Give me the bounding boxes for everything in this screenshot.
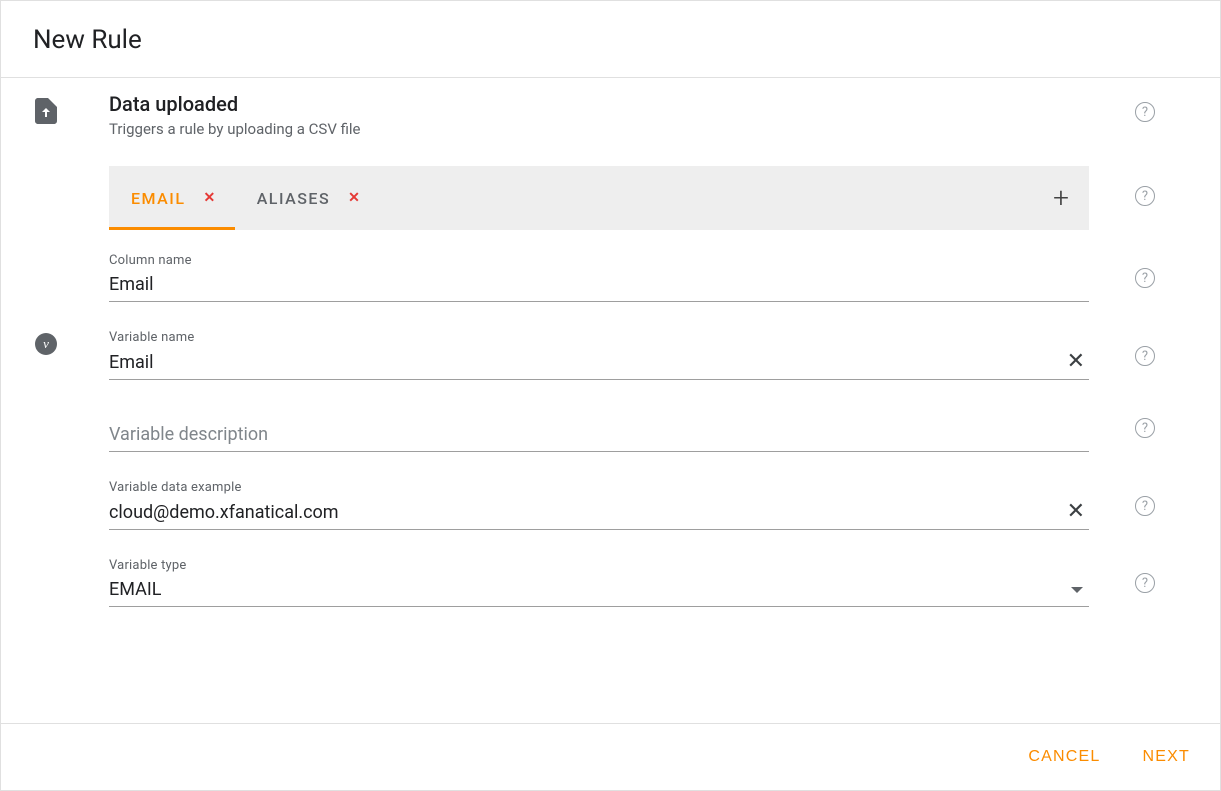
variable-type-value: EMAIL xyxy=(109,579,1071,600)
tab-aliases[interactable]: ALIASES ✕ xyxy=(235,166,380,230)
field-help: ? xyxy=(1109,559,1181,607)
input-line: ✕ xyxy=(109,497,1089,530)
input-line: ✕ xyxy=(109,347,1089,380)
variable-icon: ν xyxy=(35,333,57,355)
tab-label: ALIASES xyxy=(257,189,330,208)
tabs-row: EMAIL ✕ ALIASES ✕ + ? xyxy=(1,138,1220,230)
field-column-name: Column name xyxy=(109,253,1089,302)
field-variable-description xyxy=(109,420,1089,452)
tabs-help-gutter: ? xyxy=(1109,138,1181,206)
field-label: Variable type xyxy=(109,558,1089,573)
field-label: Variable name xyxy=(109,330,1089,345)
field-help: ? xyxy=(1109,404,1181,452)
new-rule-dialog: New Rule Data uploaded Triggers a rule b… xyxy=(0,0,1221,791)
section-header-row: Data uploaded Triggers a rule by uploadi… xyxy=(1,92,1220,138)
tab-email[interactable]: EMAIL ✕ xyxy=(109,166,235,230)
help-icon[interactable]: ? xyxy=(1135,418,1155,438)
next-button[interactable]: NEXT xyxy=(1131,738,1202,776)
field-label: Column name xyxy=(109,253,1089,268)
field-row-variable-name: ν Variable name ✕ ? xyxy=(1,302,1220,380)
field-label: Variable data example xyxy=(109,480,1089,495)
clear-icon[interactable]: ✕ xyxy=(1063,351,1089,373)
column-tabs: EMAIL ✕ ALIASES ✕ + xyxy=(109,166,1089,230)
dialog-body-scroll[interactable]: Data uploaded Triggers a rule by uploadi… xyxy=(1,78,1220,723)
tabs-left-gutter xyxy=(1,138,109,144)
section-help-gutter: ? xyxy=(1109,92,1181,122)
dialog-footer: CANCEL NEXT xyxy=(1,723,1220,790)
help-icon[interactable]: ? xyxy=(1135,573,1155,593)
tab-label: EMAIL xyxy=(131,189,185,208)
field-left-gutter xyxy=(1,380,109,452)
field-main: Variable data example ✕ xyxy=(109,452,1109,530)
variable-example-input[interactable] xyxy=(109,502,1063,523)
field-left-gutter: ν xyxy=(1,308,109,380)
field-row-variable-description: ? xyxy=(1,380,1220,452)
variable-name-input[interactable] xyxy=(109,352,1063,373)
field-main: Variable type EMAIL xyxy=(109,530,1109,607)
field-main xyxy=(109,380,1109,452)
tabs-main: EMAIL ✕ ALIASES ✕ + xyxy=(109,138,1109,230)
field-left-gutter xyxy=(1,458,109,530)
close-icon[interactable]: ✕ xyxy=(203,190,216,206)
field-left-gutter xyxy=(1,535,109,607)
section-icon-gutter xyxy=(1,92,109,128)
close-icon[interactable]: ✕ xyxy=(348,190,361,206)
file-upload-icon xyxy=(35,98,57,128)
section-subtitle: Triggers a rule by uploading a CSV file xyxy=(109,120,1089,138)
input-line xyxy=(109,270,1089,302)
clear-icon[interactable]: ✕ xyxy=(1063,501,1089,523)
section-header-main: Data uploaded Triggers a rule by uploadi… xyxy=(109,92,1109,138)
help-icon[interactable]: ? xyxy=(1135,346,1155,366)
help-icon[interactable]: ? xyxy=(1135,496,1155,516)
field-variable-type: Variable type EMAIL xyxy=(109,558,1089,607)
field-main: Variable name ✕ xyxy=(109,302,1109,380)
field-main: Column name xyxy=(109,235,1109,302)
field-help: ? xyxy=(1109,482,1181,530)
dialog-content: Data uploaded Triggers a rule by uploadi… xyxy=(1,78,1220,723)
dialog-title: New Rule xyxy=(33,25,1188,55)
add-tab-button[interactable]: + xyxy=(1033,184,1089,212)
field-row-variable-type: Variable type EMAIL ? xyxy=(1,530,1220,607)
field-row-variable-example: Variable data example ✕ ? xyxy=(1,452,1220,530)
field-help: ? xyxy=(1109,254,1181,302)
input-line xyxy=(109,420,1089,452)
dialog-header: New Rule xyxy=(1,1,1220,78)
help-icon[interactable]: ? xyxy=(1135,186,1155,206)
cancel-button[interactable]: CANCEL xyxy=(1016,738,1112,776)
column-name-input[interactable] xyxy=(109,274,1089,295)
select-line[interactable]: EMAIL xyxy=(109,575,1089,607)
help-icon[interactable]: ? xyxy=(1135,102,1155,122)
field-variable-name: Variable name ✕ xyxy=(109,330,1089,380)
field-row-column-name: Column name ? xyxy=(1,230,1220,302)
help-icon[interactable]: ? xyxy=(1135,268,1155,288)
variable-description-input[interactable] xyxy=(109,424,1089,445)
field-help: ? xyxy=(1109,332,1181,380)
chevron-down-icon[interactable] xyxy=(1071,587,1083,593)
field-variable-example: Variable data example ✕ xyxy=(109,480,1089,530)
field-left-gutter xyxy=(1,230,109,302)
section-title: Data uploaded xyxy=(109,92,1089,116)
scroll-spacer xyxy=(1,607,1220,723)
